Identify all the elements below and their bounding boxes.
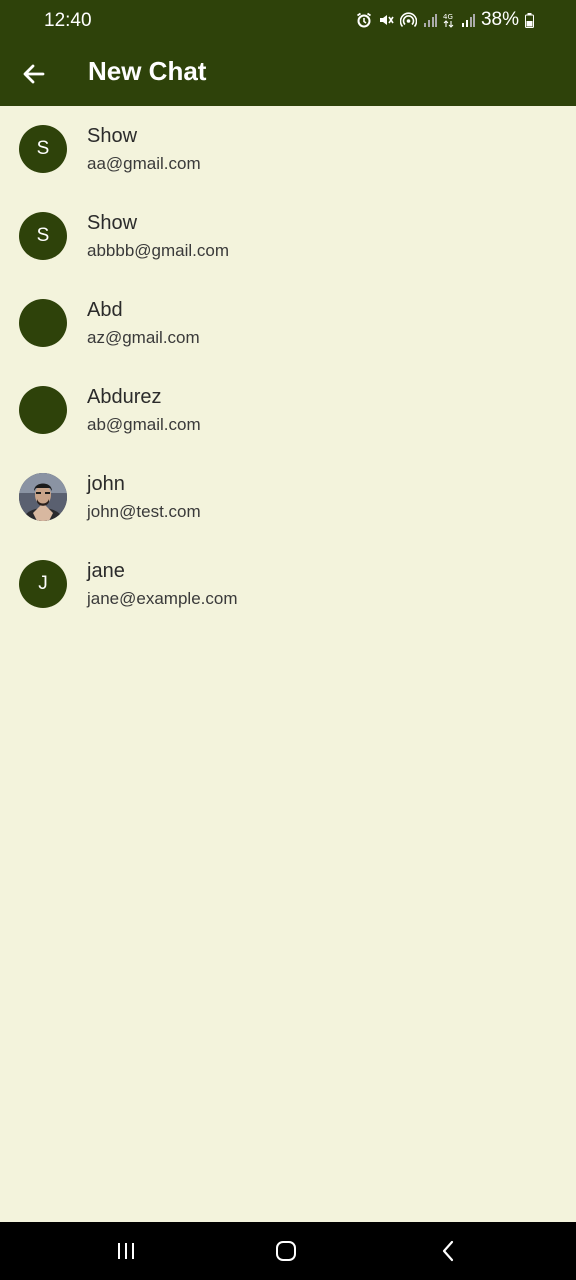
contact-name: Show	[87, 212, 138, 234]
avatar: J	[19, 560, 67, 608]
person-photo-icon	[19, 473, 67, 521]
contact-row[interactable]: john john@test.com	[0, 454, 576, 541]
svg-text:4G: 4G	[443, 13, 453, 21]
avatar	[19, 299, 67, 347]
app-bar: 12:40 4G 38% New Chat	[0, 0, 576, 106]
avatar-photo	[19, 473, 67, 521]
system-nav-bar	[0, 1222, 576, 1280]
signal-icon	[423, 13, 437, 27]
battery-icon	[525, 12, 534, 28]
alarm-icon	[356, 12, 372, 28]
home-icon[interactable]	[256, 1231, 316, 1271]
contact-name: john	[87, 473, 125, 495]
battery-percent: 38%	[480, 9, 519, 30]
signal-icon	[461, 13, 475, 27]
contact-name: Abdurez	[87, 386, 162, 408]
contact-row[interactable]: J jane jane@example.com	[0, 541, 576, 628]
avatar: S	[19, 125, 67, 173]
contact-row[interactable]: Abdurez ab@gmail.com	[0, 367, 576, 454]
contact-email: aa@gmail.com	[87, 154, 201, 173]
contact-email: az@gmail.com	[87, 328, 200, 347]
hotspot-icon	[399, 12, 417, 28]
contact-row[interactable]: Abd az@gmail.com	[0, 280, 576, 367]
toolbar: New Chat	[0, 42, 576, 106]
status-bar: 12:40 4G 38%	[0, 0, 576, 42]
contact-row[interactable]: S Show abbbb@gmail.com	[0, 193, 576, 280]
contact-name: Abd	[87, 299, 123, 321]
status-time: 12:40	[44, 10, 92, 31]
avatar	[19, 386, 67, 434]
contact-email: abbbb@gmail.com	[87, 241, 229, 260]
page-title: New Chat	[88, 56, 207, 86]
recent-apps-icon[interactable]	[96, 1231, 156, 1271]
contact-email: ab@gmail.com	[87, 415, 201, 434]
contact-name: Show	[87, 125, 138, 147]
back-icon[interactable]	[418, 1231, 478, 1271]
contact-name: jane	[87, 560, 125, 582]
4g-icon: 4G	[443, 12, 455, 28]
contact-list: S Show aa@gmail.com S Show abbbb@gmail.c…	[0, 106, 576, 628]
contact-email: john@test.com	[87, 502, 201, 521]
mute-icon	[378, 12, 394, 28]
avatar: S	[19, 212, 67, 260]
status-icons: 4G 38%	[356, 9, 534, 31]
back-arrow-icon[interactable]	[14, 54, 54, 94]
contact-email: jane@example.com	[87, 589, 238, 608]
contact-row[interactable]: S Show aa@gmail.com	[0, 106, 576, 193]
